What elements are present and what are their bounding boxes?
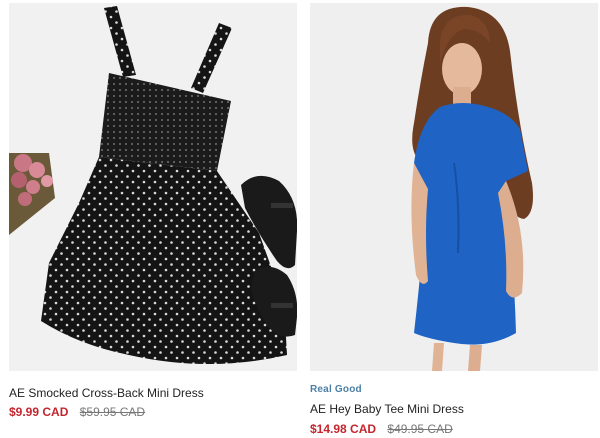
price-row: $14.98 CAD $49.95 CAD (310, 422, 453, 436)
sale-price: $9.99 CAD (9, 405, 69, 419)
product-name[interactable]: AE Smocked Cross-Back Mini Dress (9, 386, 204, 400)
product-badge: Real Good (310, 384, 362, 395)
original-price: $49.95 CAD (387, 422, 453, 436)
product-grid: AE Smocked Cross-Back Mini Dress $9.99 C… (0, 0, 600, 438)
product-image-smocked-dress[interactable] (9, 3, 297, 371)
sale-price: $14.98 CAD (310, 422, 377, 436)
product-name[interactable]: AE Hey Baby Tee Mini Dress (310, 402, 464, 416)
original-price: $59.95 CAD (79, 405, 146, 419)
product-image-tee-dress[interactable] (310, 3, 598, 371)
price-row: $9.99 CAD $59.95 CAD (9, 405, 145, 419)
